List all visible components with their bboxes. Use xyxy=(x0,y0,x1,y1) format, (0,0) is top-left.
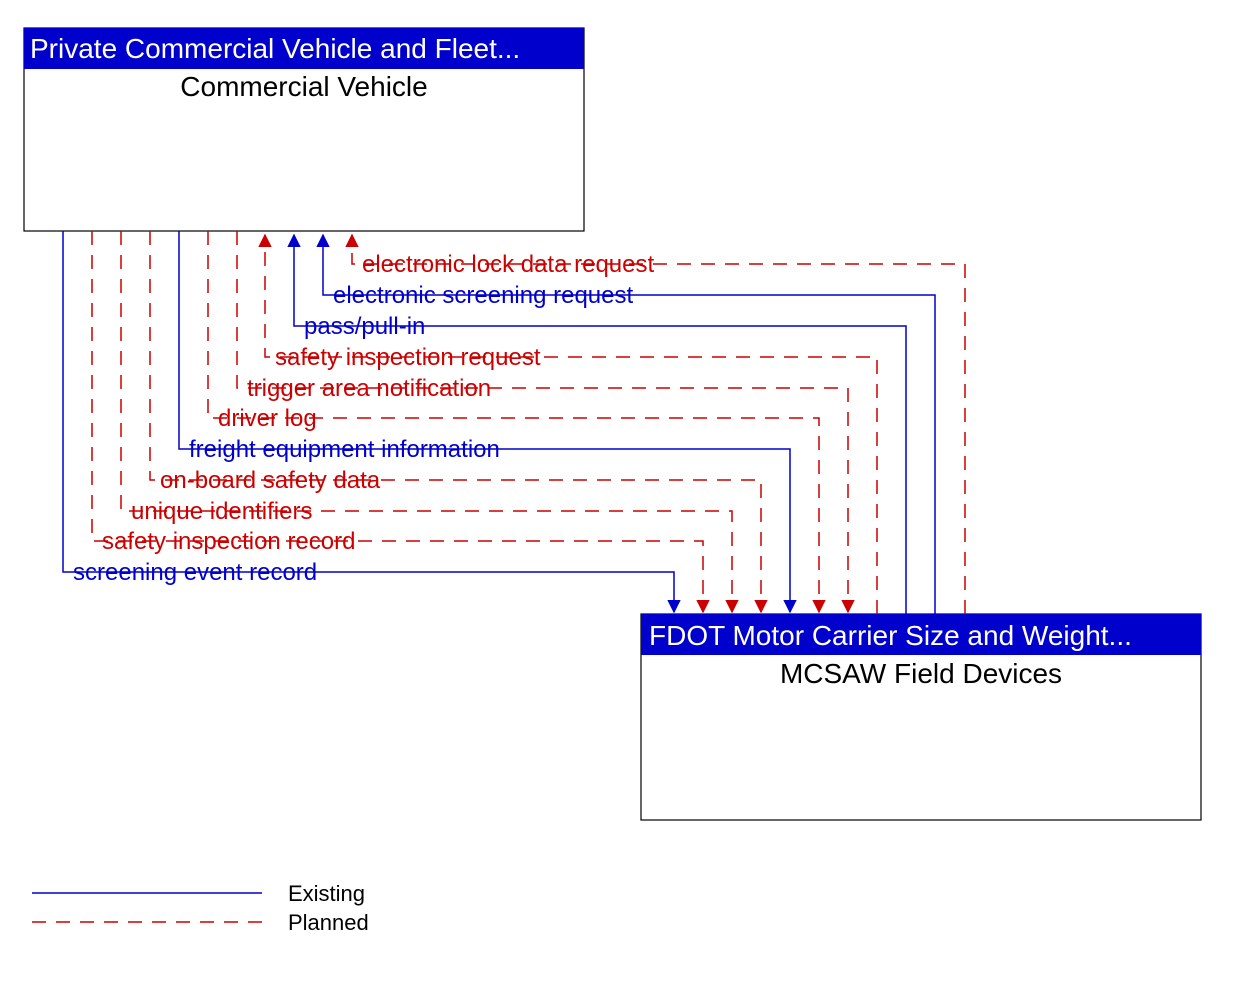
svg-text:trigger area notification: trigger area notification xyxy=(247,375,491,402)
svg-text:freight equipment information: freight equipment information xyxy=(189,436,500,463)
svg-text:on-board safety data: on-board safety data xyxy=(160,467,381,494)
legend-existing-label: Existing xyxy=(288,881,365,906)
mcsaw-header-text: FDOT Motor Carrier Size and Weight... xyxy=(649,620,1132,651)
architecture-flow-diagram: Private Commercial Vehicle and Fleet... … xyxy=(0,0,1252,985)
svg-text:electronic screening request: electronic screening request xyxy=(333,282,633,309)
mcsaw-title-text: MCSAW Field Devices xyxy=(780,658,1062,689)
flow-electronic-screening-request: electronic screening request xyxy=(323,235,935,614)
svg-text:safety inspection record: safety inspection record xyxy=(102,528,355,555)
svg-text:electronic lock data request: electronic lock data request xyxy=(362,251,654,278)
svg-text:screening event record: screening event record xyxy=(73,559,317,586)
svg-text:pass/pull-in: pass/pull-in xyxy=(304,313,425,340)
cv-title-text: Commercial Vehicle xyxy=(180,71,427,102)
legend: Existing Planned xyxy=(32,881,369,935)
cv-header-text: Private Commercial Vehicle and Fleet... xyxy=(30,33,520,64)
svg-text:unique identifiers: unique identifiers xyxy=(131,498,312,525)
node-commercial-vehicle: Private Commercial Vehicle and Fleet... … xyxy=(24,28,584,231)
svg-text:driver log: driver log xyxy=(218,405,317,432)
svg-text:safety inspection request: safety inspection request xyxy=(275,344,541,371)
legend-planned-label: Planned xyxy=(288,910,369,935)
node-mcsaw-field-devices: FDOT Motor Carrier Size and Weight... MC… xyxy=(641,614,1201,820)
